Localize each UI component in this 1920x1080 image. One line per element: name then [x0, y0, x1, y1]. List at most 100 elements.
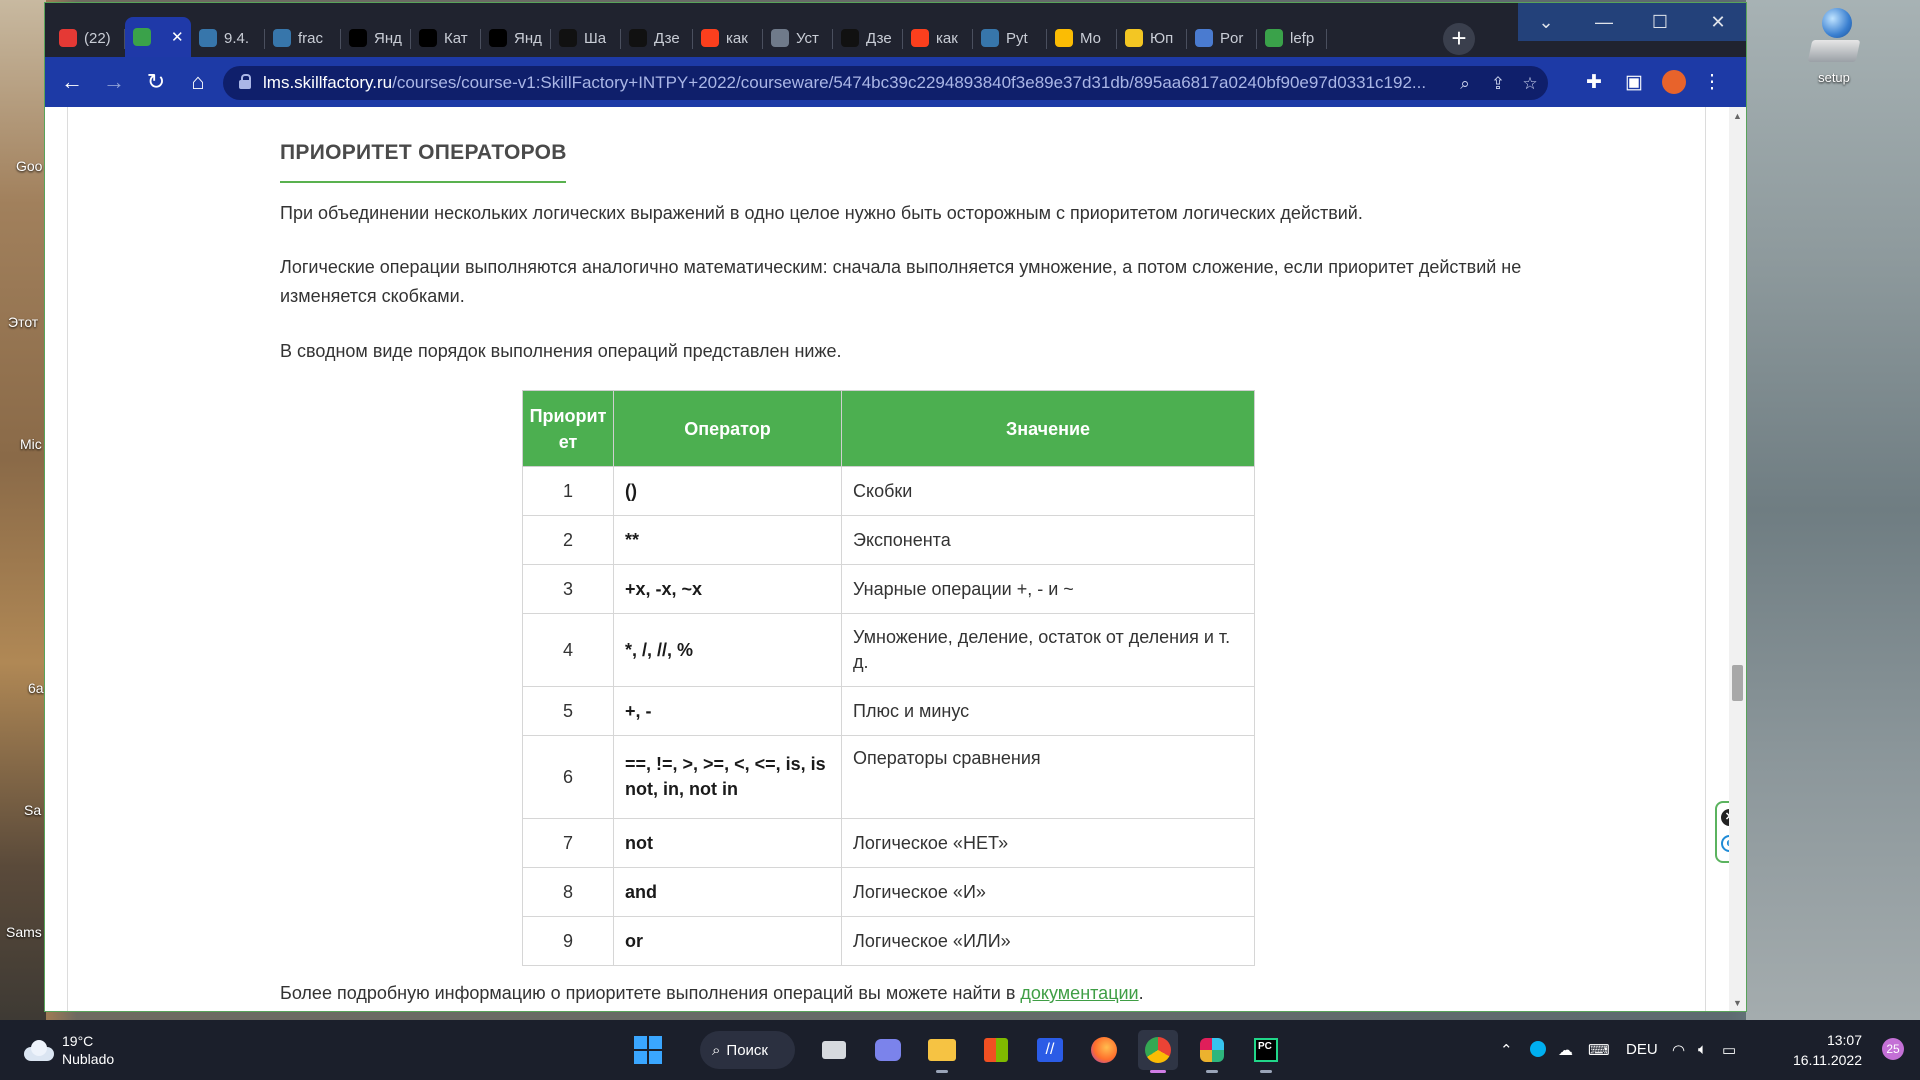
- back-icon[interactable]: ←: [55, 65, 89, 99]
- operator-cell: +, -: [613, 686, 842, 736]
- home-icon[interactable]: ⌂: [181, 65, 215, 99]
- heading-underline: [280, 181, 566, 183]
- tab-16[interactable]: Por: [1187, 19, 1257, 57]
- wifi-icon[interactable]: ◠: [1672, 1041, 1685, 1059]
- tab-6[interactable]: Янд: [481, 19, 551, 57]
- column-header-meaning: Значение: [841, 390, 1255, 467]
- clock[interactable]: 13:07 16.11.2022: [1793, 1030, 1862, 1070]
- tab-8[interactable]: Дзе: [621, 19, 693, 57]
- meaning-cell: Скобки: [841, 466, 1255, 516]
- tab-label: Янд: [374, 29, 402, 47]
- cloud-sync-icon[interactable]: ☁: [1558, 1041, 1573, 1059]
- operator-cell: not: [613, 818, 842, 868]
- scroll-up-icon[interactable]: ▲: [1732, 111, 1743, 122]
- minimize-button[interactable]: —: [1576, 3, 1632, 41]
- documentation-link[interactable]: документации: [1020, 983, 1138, 1003]
- extensions-icon[interactable]: ✚: [1577, 65, 1611, 99]
- desktop-label[interactable]: Sa: [24, 802, 41, 818]
- weather-widget[interactable]: 19°C Nublado: [22, 1032, 114, 1068]
- doc-icon: [771, 29, 789, 47]
- reload-icon[interactable]: ↻: [139, 65, 173, 99]
- tab-4[interactable]: Янд: [341, 19, 411, 57]
- desktop-wallpaper-left: [0, 0, 46, 1020]
- share-icon[interactable]: ⇪: [1487, 73, 1509, 95]
- scrollbar-thumb[interactable]: [1732, 665, 1743, 701]
- desktop-label[interactable]: Goo: [16, 158, 42, 174]
- start-button[interactable]: [628, 1030, 668, 1070]
- desktop-label[interactable]: Этот: [8, 314, 38, 330]
- chevron-up-icon[interactable]: ⌃: [1500, 1041, 1513, 1059]
- tab-2[interactable]: 9.4.: [191, 19, 265, 57]
- zoom-icon[interactable]: ⌕: [1454, 73, 1476, 95]
- tab-3[interactable]: frac: [265, 19, 341, 57]
- language-indicator[interactable]: DEU: [1626, 1041, 1658, 1058]
- table-row: 4 *, /, //, % Умножение, деление, остато…: [522, 613, 1255, 687]
- firefox-icon[interactable]: [1084, 1030, 1124, 1070]
- codewars-icon: [559, 29, 577, 47]
- tab-label: Por: [1220, 29, 1244, 47]
- microsoft-store-icon[interactable]: [976, 1030, 1016, 1070]
- forward-icon[interactable]: →: [97, 65, 131, 99]
- bookmark-star-icon[interactable]: ☆: [1519, 73, 1541, 95]
- maximize-button[interactable]: ☐: [1632, 3, 1688, 41]
- file-explorer-icon[interactable]: [922, 1030, 962, 1073]
- tab-12[interactable]: как: [903, 19, 973, 57]
- slack-icon[interactable]: [1192, 1030, 1232, 1073]
- tab-label: Юп: [1150, 29, 1174, 47]
- desktop-label[interactable]: Mic: [20, 436, 42, 452]
- taskbar-search[interactable]: ⌕ Поиск: [700, 1031, 795, 1069]
- tab-14[interactable]: Мо: [1047, 19, 1117, 57]
- desktop-label[interactable]: 6a: [28, 680, 44, 696]
- table-row: 9 or Логическое «ИЛИ»: [522, 916, 1255, 966]
- tab-11[interactable]: Дзе: [833, 19, 903, 57]
- close-window-button[interactable]: ✕: [1690, 3, 1746, 41]
- code-editor-icon[interactable]: //: [1030, 1030, 1070, 1070]
- tab-9[interactable]: как: [693, 19, 763, 57]
- battery-icon[interactable]: ▭: [1722, 1041, 1736, 1059]
- pycharm-icon[interactable]: PC: [1246, 1030, 1286, 1073]
- tab-10[interactable]: Уст: [763, 19, 833, 57]
- yandex-practicum-icon: [419, 29, 437, 47]
- teams-chat-icon[interactable]: [868, 1030, 908, 1070]
- operator-cell: **: [613, 515, 842, 565]
- menu-icon[interactable]: ⋮: [1695, 65, 1729, 99]
- address-bar[interactable]: lms.skillfactory.ru/courses/course-v1:Sk…: [223, 66, 1548, 100]
- desktop-icon-setup[interactable]: setup: [1784, 6, 1884, 85]
- notification-badge[interactable]: 25: [1882, 1038, 1904, 1060]
- chrome-icon[interactable]: [1138, 1030, 1178, 1073]
- lock-icon[interactable]: [239, 74, 251, 89]
- meaning-cell: Унарные операции +, - и ~: [841, 564, 1255, 614]
- tab-label: Дзе: [866, 29, 892, 47]
- profile-avatar[interactable]: [1657, 65, 1691, 99]
- skype-tray-icon[interactable]: [1530, 1041, 1546, 1061]
- desktop-label[interactable]: Sams: [6, 924, 42, 940]
- close-tab-icon[interactable]: ✕: [171, 28, 184, 46]
- yandex-practicum-icon: [349, 29, 367, 47]
- operator-cell: *, /, //, %: [613, 613, 842, 687]
- scroll-down-icon[interactable]: ▼: [1732, 998, 1743, 1009]
- tab-1[interactable]: ✕: [125, 17, 191, 57]
- chart-icon: [1195, 29, 1213, 47]
- url-text[interactable]: lms.skillfactory.ru/courses/course-v1:Sk…: [263, 73, 1426, 93]
- tab-15[interactable]: Юп: [1117, 19, 1187, 57]
- tab-5[interactable]: Кат: [411, 19, 481, 57]
- priority-cell: 4: [522, 613, 614, 687]
- tab-17[interactable]: lefp: [1257, 19, 1327, 57]
- search-icon: ⌕: [712, 1041, 721, 1059]
- tab-13[interactable]: Pyt: [973, 19, 1047, 57]
- youtube-icon: [59, 29, 77, 47]
- volume-icon[interactable]: 🔈︎: [1698, 1041, 1707, 1058]
- tab-label: 9.4.: [224, 29, 250, 47]
- task-view-icon[interactable]: [814, 1030, 854, 1070]
- side-panel-icon[interactable]: ▣: [1617, 65, 1651, 99]
- tab-0[interactable]: (22): [51, 19, 125, 57]
- paragraph-summary: В сводном виде порядок выполнения операц…: [280, 341, 842, 361]
- new-tab-button[interactable]: +: [1443, 23, 1475, 55]
- tab-search-icon[interactable]: ⌄: [1518, 3, 1574, 41]
- tab-7[interactable]: Ша: [551, 19, 621, 57]
- tab-label: Уст: [796, 29, 819, 47]
- page-scrollbar[interactable]: ▲ ▼: [1729, 107, 1746, 1011]
- meaning-cell: Логическое «ИЛИ»: [841, 916, 1255, 966]
- windows-icon: [634, 1036, 662, 1064]
- keyboard-icon[interactable]: ⌨: [1588, 1041, 1610, 1059]
